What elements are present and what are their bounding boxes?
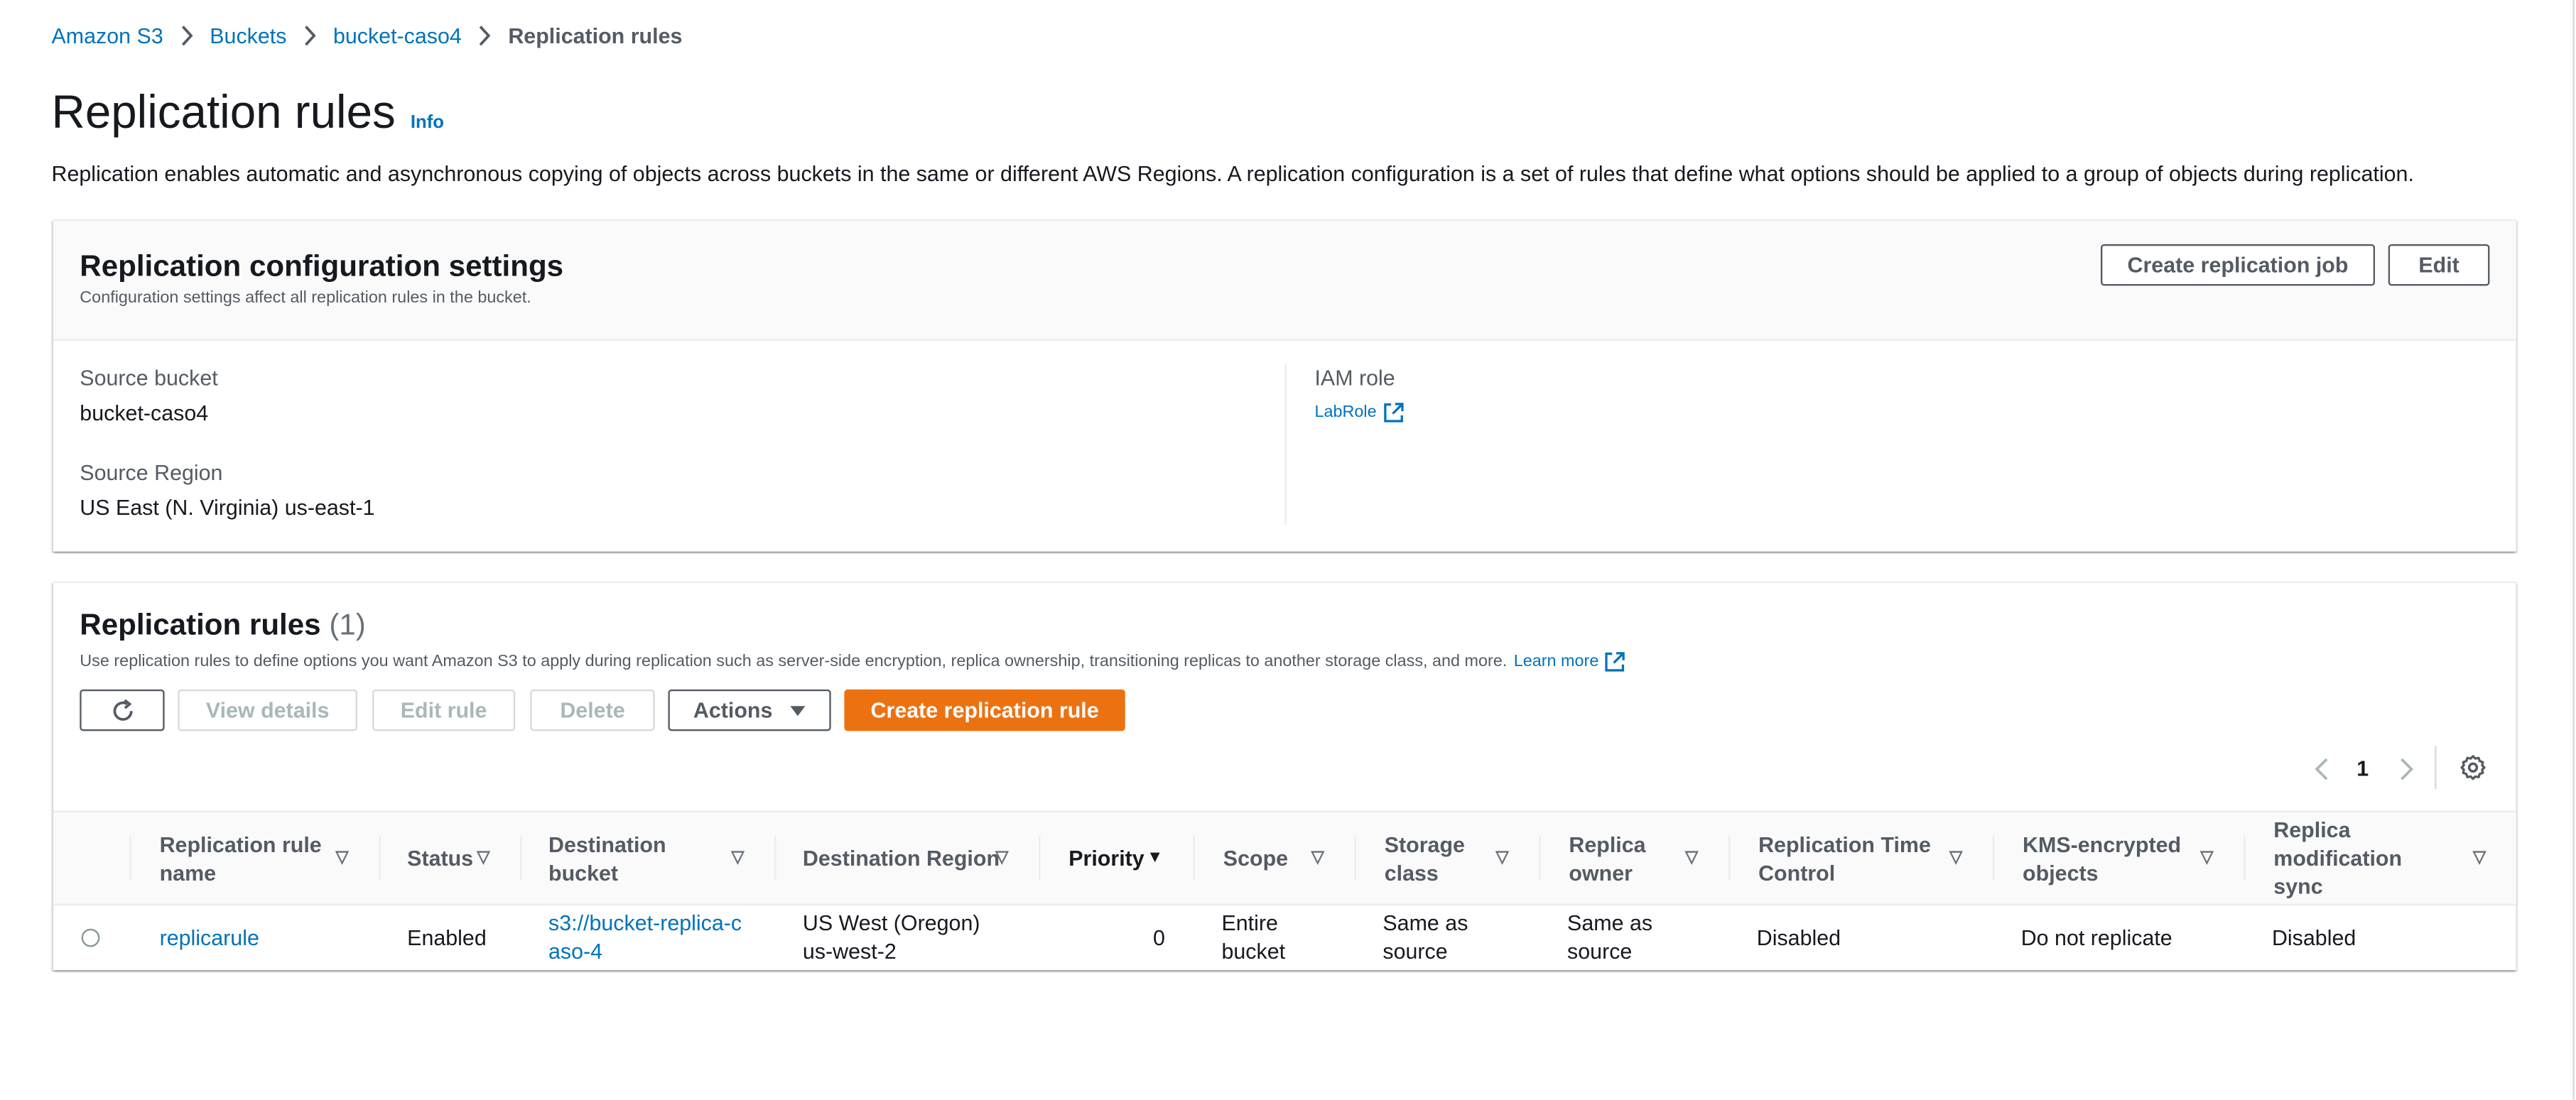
replication-rules-panel: Replication rules (1) Use replication ru… <box>53 581 2516 971</box>
caret-down-icon <box>789 704 806 717</box>
breadcrumb-bucket[interactable]: bucket-caso4 <box>333 23 462 48</box>
page-header: Replication rules Info <box>52 87 445 140</box>
rules-description-row: Use replication rules to define options … <box>80 651 1625 672</box>
chevron-right-icon <box>462 25 509 46</box>
column-header-priority[interactable]: Priority ▼ <box>1039 812 1195 904</box>
learn-more-link[interactable]: Learn more <box>1514 653 1599 671</box>
rules-description: Use replication rules to define options … <box>80 653 1508 672</box>
chevron-right-icon[interactable] <box>2398 756 2415 782</box>
sort-icon: ▽ <box>2200 849 2214 868</box>
column-header-destination-bucket[interactable]: Destination bucket ▽ <box>520 812 776 904</box>
edit-config-button[interactable]: Edit <box>2388 244 2490 286</box>
sort-icon: ▽ <box>1311 849 1324 868</box>
actions-dropdown[interactable]: Actions <box>668 689 831 731</box>
sort-icon: ▽ <box>1685 849 1699 868</box>
external-link-icon <box>1603 651 1625 672</box>
column-header-modification-sync[interactable]: Replica modification sync ▽ <box>2244 812 2516 904</box>
radio-button[interactable] <box>81 927 100 947</box>
sort-icon: ▽ <box>1495 849 1509 868</box>
column-header-scope[interactable]: Scope ▽ <box>1193 812 1356 904</box>
config-panel-header: Replication configuration settings Confi… <box>53 221 2516 341</box>
sort-icon: ▽ <box>731 849 745 868</box>
sort-icon: ▽ <box>1949 849 1963 868</box>
gear-icon[interactable] <box>2459 754 2486 780</box>
view-details-button[interactable]: View details <box>178 689 357 731</box>
refresh-icon <box>109 697 135 723</box>
cell-storage-class: Same as source <box>1382 910 1468 964</box>
sort-icon: ▽ <box>995 849 1009 868</box>
cell-destination-region: US West (Oregon) us-west-2 <box>802 910 980 964</box>
create-replication-job-button[interactable]: Create replication job <box>2101 244 2376 286</box>
cell-destination-bucket[interactable]: s3://bucket-replica-caso-4 <box>548 904 748 971</box>
sort-descending-icon: ▼ <box>1147 849 1164 868</box>
replication-config-panel: Replication configuration settings Confi… <box>53 219 2516 552</box>
cell-modification-sync: Disabled <box>2271 924 2356 949</box>
rule-name-link[interactable]: replicarule <box>160 923 259 952</box>
iam-role-label: IAM role <box>1314 365 1395 391</box>
column-header-destination-region[interactable]: Destination Region ▽ <box>774 812 1040 904</box>
create-replication-rule-button[interactable]: Create replication rule <box>844 689 1125 731</box>
breadcrumb-amazon-s3[interactable]: Amazon S3 <box>52 23 163 48</box>
delete-button[interactable]: Delete <box>530 689 655 731</box>
pagination-divider <box>2435 746 2437 790</box>
column-divider <box>1284 364 1287 526</box>
cell-kms: Do not replicate <box>2020 924 2172 949</box>
sort-icon: ▽ <box>335 849 349 868</box>
column-header-replica-owner[interactable]: Replica owner ▽ <box>1539 812 1731 904</box>
rules-count: (1) <box>329 608 366 642</box>
cell-replica-owner: Same as source <box>1567 910 1653 964</box>
info-link[interactable]: Info <box>411 113 444 133</box>
config-panel-subtitle: Configuration settings affect all replic… <box>80 289 531 307</box>
scrollbar-track[interactable] <box>2572 0 2575 1100</box>
page-description: Replication enables automatic and asynch… <box>51 160 2414 187</box>
breadcrumb-buckets[interactable]: Buckets <box>210 23 286 48</box>
column-header-kms[interactable]: KMS-encrypted objects ▽ <box>1992 812 2245 904</box>
source-bucket-label: Source bucket <box>80 365 218 391</box>
sort-icon: ▽ <box>477 849 490 868</box>
chevron-left-icon[interactable] <box>2313 756 2329 782</box>
chevron-right-icon <box>163 25 210 46</box>
sort-icon: ▽ <box>2473 849 2486 868</box>
iam-role-value[interactable]: LabRole <box>1314 403 1376 422</box>
actions-label: Actions <box>693 697 773 723</box>
cell-priority: 0 <box>1152 924 1165 949</box>
rules-title: Replication rules <box>80 608 321 642</box>
refresh-button[interactable] <box>80 689 165 731</box>
source-region-label: Source Region <box>80 460 223 486</box>
cell-rule-name[interactable]: replicarule <box>160 904 376 971</box>
destination-bucket-link[interactable]: s3://bucket-replica-caso-4 <box>548 909 748 966</box>
rules-panel-title: Replication rules (1) <box>80 608 366 643</box>
cell-status: Enabled <box>407 924 487 949</box>
page-number[interactable]: 1 <box>2356 756 2369 780</box>
table-row[interactable]: replicarule Enabled s3://bucket-replica-… <box>53 904 2516 971</box>
source-bucket-value: bucket-caso4 <box>80 400 209 425</box>
edit-rule-button[interactable]: Edit rule <box>372 689 516 731</box>
row-select-radio[interactable] <box>81 904 131 971</box>
column-header-status[interactable]: Status ▽ <box>379 812 522 904</box>
chevron-right-icon <box>286 25 333 46</box>
config-panel-title: Replication configuration settings <box>80 249 564 283</box>
column-header-storage-class[interactable]: Storage class ▽ <box>1354 812 1541 904</box>
breadcrumb-current: Replication rules <box>508 23 683 48</box>
source-region-value: US East (N. Virginia) us-east-1 <box>80 495 375 521</box>
iam-role-link[interactable]: LabRole <box>1314 402 1405 423</box>
external-link-icon <box>1383 402 1405 423</box>
column-header-rule-name[interactable]: Replication rule name ▽ <box>129 812 381 904</box>
cell-rtc: Disabled <box>1756 924 1841 949</box>
page-root: Amazon S3 Buckets bucket-caso4 Replicati… <box>0 0 2576 1100</box>
table-header: Replication rule name ▽ Status ▽ Destina… <box>53 810 2516 905</box>
cell-scope: Entire bucket <box>1221 910 1286 964</box>
page-title: Replication rules <box>51 86 396 138</box>
breadcrumb: Amazon S3 Buckets bucket-caso4 Replicati… <box>52 23 683 48</box>
column-header-rtc[interactable]: Replication Time Control ▽ <box>1728 812 1994 904</box>
